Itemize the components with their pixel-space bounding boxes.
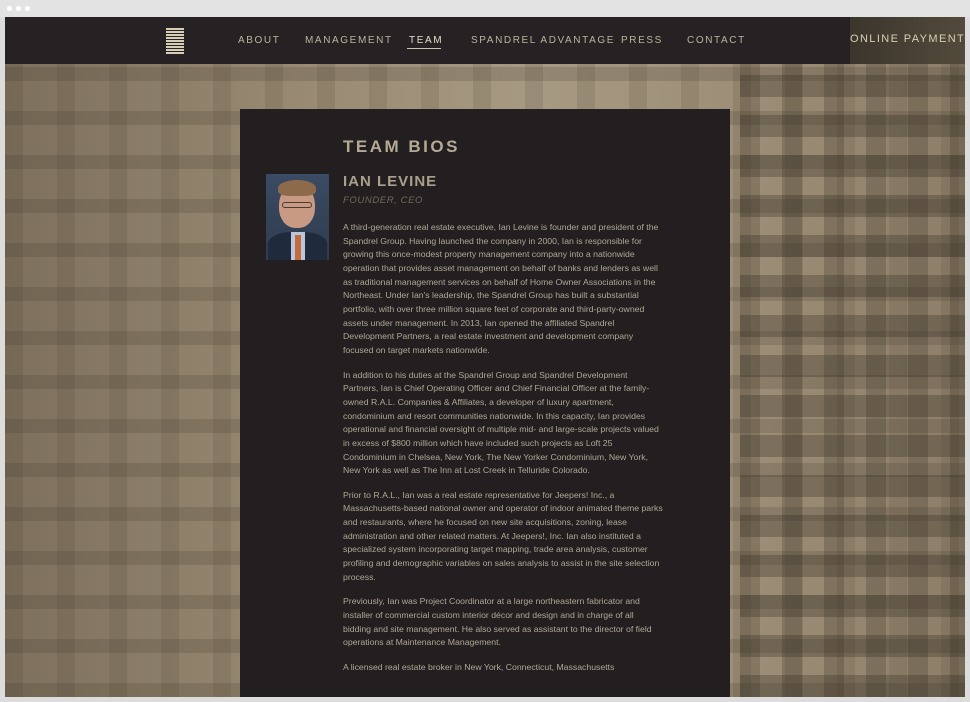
window-dot-icon [16,6,21,11]
online-payment-button[interactable]: ONLINE PAYMENT [850,17,965,64]
nav-item-team[interactable]: TEAM [409,35,443,46]
nav-item-about[interactable]: ABOUT [238,35,280,46]
nav-item-spandrel-advantage[interactable]: SPANDREL ADVANTAGE [471,35,615,46]
team-bios-panel: TEAM BIOS IAN LEVINE FOUNDER, CEO A thir… [240,109,730,697]
nav-active-underline [407,48,441,49]
person-name: IAN LEVINE [343,173,438,190]
site-header: ABOUT MANAGEMENT TEAM SPANDREL ADVANTAGE… [5,17,965,64]
bio-paragraph: Previously, Ian was Project Coordinator … [343,596,652,648]
person-role: FOUNDER, CEO [343,195,424,206]
portrait-photo [266,174,329,260]
nav-item-press[interactable]: PRESS [621,35,663,46]
building-background-right [740,64,965,697]
window-dot-icon [7,6,12,11]
bio-paragraph: A third-generation real estate executive… [343,222,659,355]
bio-paragraph: A licensed real estate broker in New Yor… [343,662,615,673]
window-dot-icon [25,6,30,11]
bio-paragraph: In addition to his duties at the Spandre… [343,369,659,476]
nav-item-management[interactable]: MANAGEMENT [305,35,393,46]
page-title: TEAM BIOS [343,137,460,156]
bio-text: A third-generation real estate executive… [343,221,663,686]
browser-chrome [0,0,970,17]
page-viewport: ABOUT MANAGEMENT TEAM SPANDREL ADVANTAGE… [5,17,965,697]
nav-item-contact[interactable]: CONTACT [687,35,746,46]
bio-paragraph: Prior to R.A.L., Ian was a real estate r… [343,489,663,582]
logo-icon[interactable] [166,28,184,55]
